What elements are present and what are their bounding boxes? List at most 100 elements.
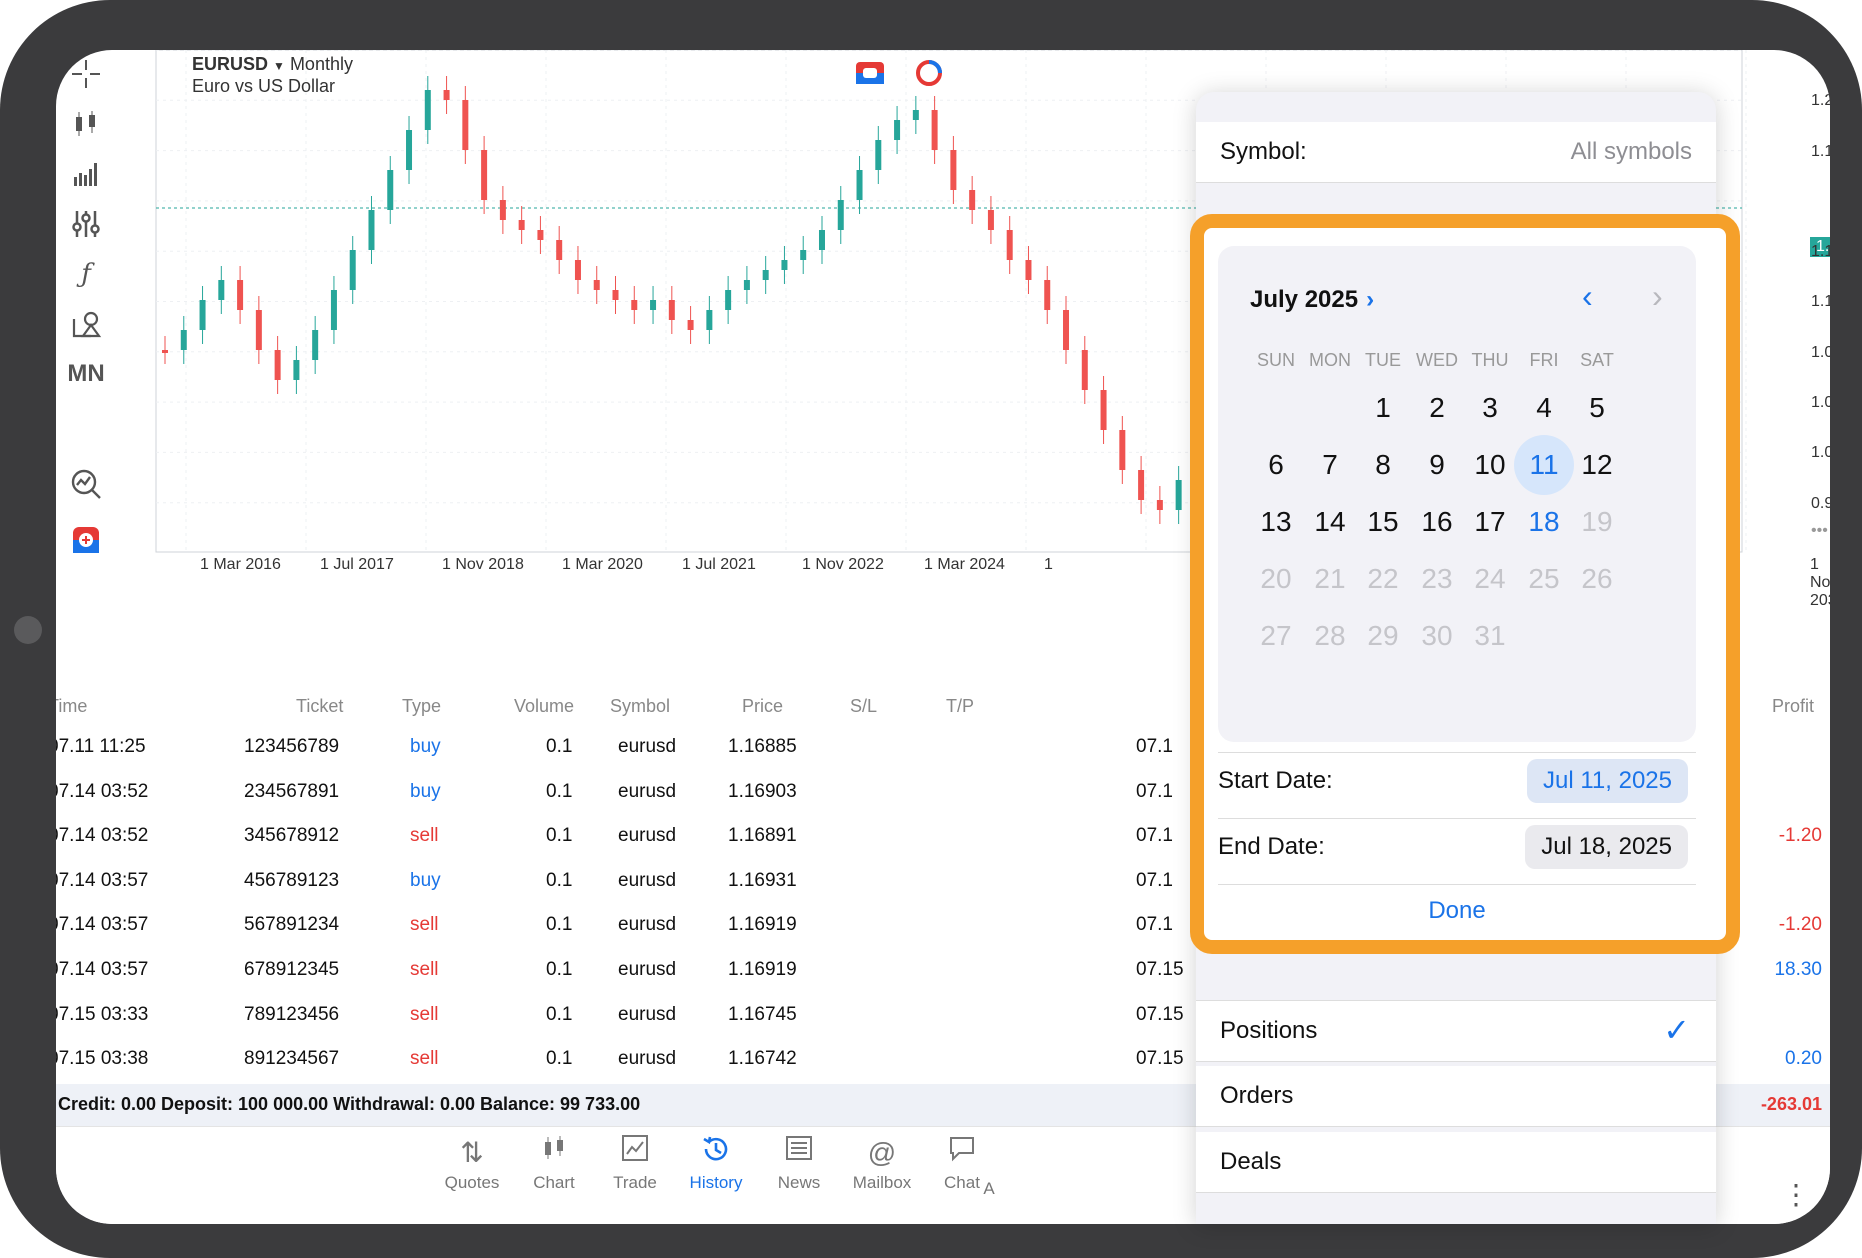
candle-body: [349, 250, 356, 290]
row-volume: 0.1: [546, 780, 573, 802]
zoom-chart-icon[interactable]: [62, 460, 110, 508]
calendar-day[interactable]: 1: [1353, 378, 1413, 438]
calendar-day: 20: [1260, 563, 1292, 594]
col-tp[interactable]: T/P: [946, 696, 974, 717]
weekday-label: FRI: [1529, 350, 1559, 370]
calendar-day[interactable]: 8: [1353, 435, 1413, 495]
row-time: 07.14 03:57: [56, 869, 149, 891]
row-time: 07.15 03:33: [56, 1003, 149, 1025]
col-price[interactable]: Price: [742, 696, 783, 717]
col-sl[interactable]: S/L: [850, 696, 877, 717]
weekday-label: MON: [1309, 350, 1351, 370]
end-date-row[interactable]: End Date: Jul 18, 2025: [1218, 818, 1696, 875]
calendar-day[interactable]: 7: [1300, 435, 1360, 495]
row-profit: 18.30: [1774, 959, 1822, 980]
calendar-day[interactable]: 14: [1300, 492, 1360, 552]
row-ticket: 456789123: [244, 869, 340, 891]
date-tick: 1: [1044, 556, 1053, 573]
month-title[interactable]: July 2025 ›: [1250, 286, 1374, 314]
row-type: sell: [410, 825, 439, 847]
candle-body: [1025, 260, 1032, 280]
candle-body: [706, 310, 713, 330]
candles-icon: [514, 1133, 594, 1173]
chat-icon: [922, 1133, 1002, 1173]
done-row: Done: [1218, 884, 1696, 929]
nav-history[interactable]: History: [676, 1133, 756, 1193]
col-symbol[interactable]: Symbol: [610, 696, 670, 717]
nav-truncated[interactable]: A: [974, 1179, 1004, 1199]
col-ticket[interactable]: Ticket: [296, 696, 343, 717]
row-symbol: eurusd: [618, 914, 677, 936]
option-positions[interactable]: Positions ✓: [1196, 1000, 1716, 1062]
calendar-day[interactable]: 17: [1460, 492, 1520, 552]
candle-body: [574, 260, 581, 280]
option-deals[interactable]: Deals: [1196, 1132, 1716, 1193]
nav-trade[interactable]: Trade: [595, 1133, 675, 1193]
date-tick: 1 Mar 2020: [562, 556, 643, 573]
objects-icon[interactable]: [62, 300, 110, 348]
candle-body: [443, 90, 450, 100]
indicators-icon[interactable]: [62, 150, 110, 198]
col-time[interactable]: Time: [56, 696, 87, 717]
more-vertical-icon[interactable]: ⋮: [1782, 1178, 1810, 1211]
more-icon[interactable]: •••: [1811, 522, 1828, 540]
calendar-day[interactable]: 10: [1460, 435, 1520, 495]
calendar-day[interactable]: 13: [1246, 492, 1306, 552]
start-date-row[interactable]: Start Date: Jul 11, 2025: [1218, 752, 1696, 809]
option-orders[interactable]: Orders: [1196, 1066, 1716, 1127]
calendar-day[interactable]: 15: [1353, 492, 1413, 552]
function-icon[interactable]: ƒ: [62, 250, 110, 298]
weekday-label: TUE: [1365, 350, 1401, 370]
candle-body: [537, 230, 544, 240]
previous-month-button[interactable]: ‹: [1582, 278, 1593, 315]
calendar-day[interactable]: 16: [1407, 492, 1467, 552]
calendar-day[interactable]: 5: [1567, 378, 1627, 438]
total-profit: -263.01: [1760, 1094, 1822, 1114]
chart-symbol-title[interactable]: EURUSD ▼ Monthly: [192, 54, 353, 75]
next-month-button[interactable]: ›: [1652, 278, 1663, 315]
candles-icon[interactable]: [62, 100, 110, 148]
calendar-day[interactable]: 3: [1460, 378, 1520, 438]
calendar-day[interactable]: 6: [1246, 435, 1306, 495]
calendar-day: 31: [1474, 620, 1506, 651]
candle-body: [818, 230, 825, 250]
row-close-time: 07.1: [1136, 825, 1173, 847]
crosshair-icon[interactable]: [62, 50, 110, 98]
calendar-day: 29: [1367, 620, 1399, 651]
candle-body: [556, 240, 563, 260]
candle-body: [912, 110, 919, 120]
date-tick: 1 Jul 2017: [320, 556, 394, 573]
nav-news[interactable]: News: [759, 1133, 839, 1193]
nav-label: Trade: [613, 1173, 657, 1192]
end-date-value[interactable]: Jul 18, 2025: [1525, 825, 1688, 869]
calendar-day[interactable]: 11: [1514, 435, 1574, 495]
row-time: 07.15 03:38: [56, 1048, 149, 1070]
calendar-day[interactable]: 12: [1567, 435, 1627, 495]
row-symbol: eurusd: [618, 959, 677, 980]
calendar-day[interactable]: 18: [1514, 492, 1574, 552]
start-date-value[interactable]: Jul 11, 2025: [1527, 759, 1688, 803]
calendar-day[interactable]: 2: [1407, 378, 1467, 438]
calendar-day[interactable]: 4: [1514, 378, 1574, 438]
row-ticket: 678912345: [244, 959, 340, 980]
candle-body: [1119, 430, 1126, 470]
candle-body: [1156, 500, 1163, 510]
done-button[interactable]: Done: [1218, 897, 1696, 925]
col-type[interactable]: Type: [402, 696, 441, 717]
timeframe-button[interactable]: MN: [62, 350, 110, 398]
nav-quotes[interactable]: ⇅ Quotes: [432, 1133, 512, 1193]
row-price: 1.16891: [728, 825, 797, 847]
price-tick: 1.10360: [1811, 293, 1830, 310]
nav-chart[interactable]: Chart: [514, 1133, 594, 1193]
settings-sliders-icon[interactable]: [62, 200, 110, 248]
weekday-label: WED: [1416, 350, 1458, 370]
candle-body: [856, 170, 863, 200]
price-tick: 1.00910: [1811, 444, 1830, 461]
col-volume[interactable]: Volume: [514, 696, 574, 717]
calendar-day[interactable]: 9: [1407, 435, 1467, 495]
symbol-filter-row[interactable]: Symbol: All symbols: [1196, 122, 1716, 183]
row-price: 1.16903: [728, 780, 797, 802]
nav-mailbox[interactable]: @ Mailbox: [842, 1133, 922, 1193]
col-profit[interactable]: Profit: [1772, 696, 1814, 717]
trade-icon[interactable]: [62, 516, 110, 564]
